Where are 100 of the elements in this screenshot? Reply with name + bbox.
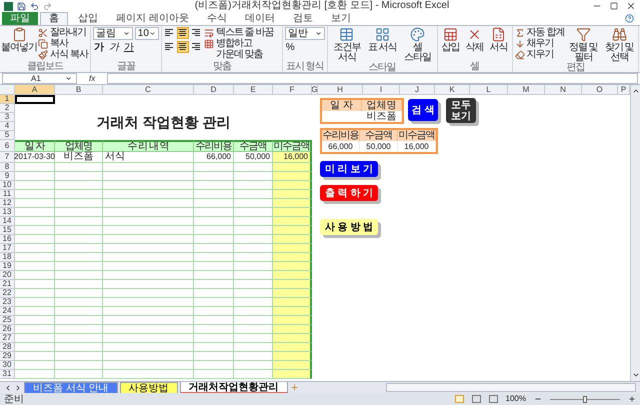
row-header[interactable]: 3 <box>0 113 15 122</box>
ribbon-button[interactable]: 병합하고 가운데 맞춤 <box>204 38 280 60</box>
ribbon-button[interactable]: 찾기 및 선택 <box>602 27 636 63</box>
row-header[interactable]: 16 <box>0 235 15 244</box>
column-header[interactable]: B <box>55 85 103 95</box>
row-header[interactable]: 12 <box>0 199 15 208</box>
sheet-tab[interactable]: 비즈폼 서식 안내 <box>24 382 118 394</box>
row-header[interactable]: 22 <box>0 289 15 298</box>
column-header[interactable]: G <box>312 85 318 95</box>
ribbon-tab[interactable]: 홈 <box>40 12 68 25</box>
column-header[interactable]: I <box>363 85 400 95</box>
column-header[interactable]: O <box>582 85 618 95</box>
macro-button[interactable]: 검 색 <box>408 99 438 121</box>
column-header[interactable]: F <box>273 85 312 95</box>
align-button[interactable] <box>164 27 176 39</box>
row-header[interactable]: 24 <box>0 307 15 316</box>
row-header[interactable]: 23 <box>0 298 15 307</box>
format-button[interactable]: 가 <box>92 42 105 54</box>
row-header[interactable]: 6 <box>0 140 15 152</box>
column-header[interactable]: H <box>318 85 363 95</box>
dropdown-field[interactable]: 10 <box>134 27 159 40</box>
macro-button[interactable]: 미 리 보 기 <box>320 161 378 177</box>
macro-button[interactable]: 모두 보기 <box>446 98 476 123</box>
column-header[interactable]: K <box>435 85 470 95</box>
align-button[interactable] <box>176 27 189 39</box>
zoom-level[interactable]: 100% <box>506 394 526 404</box>
dropdown-field[interactable]: 굴림 <box>92 27 133 40</box>
column-header[interactable]: C <box>103 85 194 95</box>
undo-icon[interactable] <box>30 2 39 10</box>
horizontal-scrollbar[interactable] <box>386 383 636 392</box>
name-box[interactable]: A1 <box>2 73 77 84</box>
row-header[interactable]: 9 <box>0 172 15 181</box>
sheet-tab[interactable]: 사용방법 <box>120 382 178 394</box>
row-header[interactable]: 2 <box>0 104 15 113</box>
row-header[interactable]: 13 <box>0 208 15 217</box>
row-header[interactable]: 5 <box>0 131 15 140</box>
row-header[interactable]: 27 <box>0 334 15 343</box>
row-header[interactable]: 26 <box>0 325 15 334</box>
column-header[interactable]: D <box>194 85 234 95</box>
row-header[interactable]: 21 <box>0 280 15 289</box>
ribbon-tab[interactable]: 파일 <box>2 12 38 25</box>
row-header[interactable]: 8 <box>0 163 15 172</box>
column-header[interactable]: E <box>234 85 273 95</box>
align-button[interactable] <box>164 41 176 53</box>
row-header[interactable]: 7 <box>0 152 15 163</box>
vertical-scrollbar[interactable] <box>630 85 640 381</box>
align-button[interactable] <box>190 27 202 39</box>
macro-button[interactable]: 출 력 하 기 <box>320 185 378 201</box>
ribbon-button[interactable]: 셀 스타일 <box>400 27 435 63</box>
row-header[interactable]: 4 <box>0 122 15 131</box>
ribbon-tab[interactable]: 페이지 레이아웃 <box>108 12 197 25</box>
maximize-icon[interactable] <box>610 2 618 10</box>
close-icon[interactable] <box>626 1 636 11</box>
ribbon-tab[interactable]: 삽입 <box>70 12 106 25</box>
redo-icon[interactable] <box>43 2 52 10</box>
sheet-tab[interactable]: 거래처작업현황관리 <box>180 382 288 394</box>
row-header[interactable]: 28 <box>0 343 15 352</box>
scroll-down-icon[interactable] <box>632 371 640 379</box>
format-button[interactable]: % <box>284 42 296 54</box>
page-layout-view-icon[interactable] <box>472 395 481 403</box>
ribbon-button[interactable]: 서식 <box>488 27 510 53</box>
ribbon-tab[interactable]: 검토 <box>284 12 321 25</box>
column-header[interactable]: M <box>508 85 545 95</box>
ribbon-button[interactable]: 채우기 <box>514 38 564 49</box>
row-header[interactable]: 10 <box>0 181 15 190</box>
row-header[interactable]: 25 <box>0 316 15 325</box>
ribbon-button[interactable]: 조건부 서식 <box>330 27 364 63</box>
help-icon[interactable] <box>625 14 634 23</box>
zoom-in-icon[interactable] <box>628 395 636 403</box>
page-break-view-icon[interactable] <box>488 395 498 403</box>
align-button[interactable] <box>176 41 189 53</box>
row-header[interactable]: 19 <box>0 262 15 271</box>
formula-input[interactable] <box>107 73 638 84</box>
dropdown-field[interactable]: 일반 <box>284 27 325 40</box>
column-header[interactable]: N <box>545 85 582 95</box>
column-header[interactable]: L <box>470 85 508 95</box>
row-header[interactable]: 30 <box>0 361 15 370</box>
row-header[interactable]: 11 <box>0 190 15 199</box>
ribbon-button[interactable]: 자동 합계 <box>514 27 564 38</box>
ribbon-button[interactable]: 삽입 <box>440 27 462 53</box>
column-header[interactable]: P <box>618 85 630 95</box>
zoom-slider-thumb[interactable] <box>583 396 587 402</box>
ribbon-button[interactable]: 표 서식 <box>366 27 399 53</box>
ribbon-tab[interactable]: 데이터 <box>236 12 283 25</box>
column-header[interactable]: A <box>15 85 55 95</box>
column-header[interactable]: J <box>400 85 435 95</box>
ribbon-tab[interactable]: 수식 <box>198 12 235 25</box>
macro-button[interactable]: 사 용 방 법 <box>320 219 378 235</box>
ribbon-tab[interactable]: 보기 <box>322 12 359 25</box>
ribbon-button[interactable]: 텍스트 줄 바꿈 <box>204 27 280 38</box>
format-button[interactable]: 가 <box>122 42 135 54</box>
row-header[interactable]: 17 <box>0 244 15 253</box>
ribbon-button[interactable]: 정렬 및 필터 <box>566 27 600 63</box>
ribbon-button[interactable]: 삭제 <box>464 27 486 53</box>
save-icon[interactable] <box>17 2 26 10</box>
scroll-up-icon[interactable] <box>632 87 640 95</box>
row-header[interactable]: 14 <box>0 217 15 226</box>
row-header[interactable]: 15 <box>0 226 15 235</box>
align-button[interactable] <box>190 41 202 53</box>
next-sheet-icon[interactable] <box>14 384 22 392</box>
